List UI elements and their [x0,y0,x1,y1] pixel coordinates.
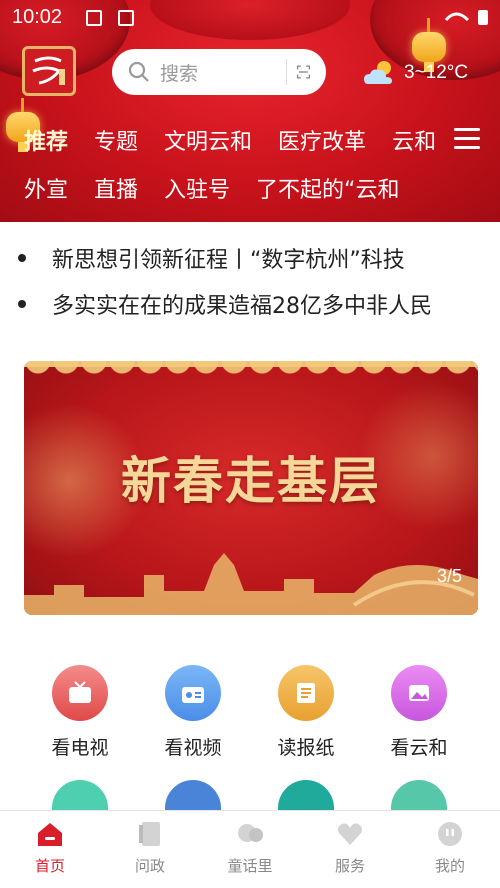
tab-label: 童话里 [227,857,273,875]
partly-cloudy-icon [364,61,392,84]
bullet-dot [18,254,26,262]
header: 10:02 搜索 3~12°C 推荐 专题 文明云和 医疗改革 云和 外宣 直播… [0,0,500,222]
search-bar[interactable]: 搜索 [112,49,326,95]
cloud-pattern [24,361,478,387]
tab-profile[interactable]: 我的 [400,819,500,876]
tab-fairytale[interactable]: 童话里 [200,819,300,876]
channel-tabs-row1: 推荐 专题 文明云和 医疗改革 云和 [24,120,454,160]
quick-link-label: 看视频 [164,737,222,759]
quick-link-yunhe[interactable]: 看云和 [364,660,474,760]
quick-links-row2 [0,780,500,810]
status-time: 10:02 [12,6,63,28]
tab-label: 服务 [334,857,365,875]
picture-icon [391,665,447,721]
tab-amazing-yunhe[interactable]: 了不起的“云和 [256,172,399,204]
home-icon [38,823,62,846]
newspaper-icon [278,665,334,721]
quick-link-newspaper[interactable]: 读报纸 [251,660,361,760]
status-bar: 10:02 [0,0,500,30]
quick-link-label: 看云和 [390,737,448,759]
tab-accounts[interactable]: 入驻号 [164,172,230,204]
signal-battery-icon [444,10,488,25]
heart-icon [338,823,362,845]
tab-live[interactable]: 直播 [94,172,138,204]
ticker-text: 多实实在在的成果造福28亿多中非人民 [52,294,432,319]
document-icon [139,822,160,846]
tab-medical-reform[interactable]: 医疗改革 [278,124,366,156]
tab-home[interactable]: 首页 [0,819,100,876]
film-icon[interactable] [52,780,108,810]
quick-links: 看电视 看视频 读报纸 看云和 [0,660,500,770]
tab-label: 首页 [34,857,65,875]
yunhe-logo-icon [32,56,65,85]
temperature: 3~12°C [404,62,469,83]
profile-icon [438,822,462,846]
news-ticker-item[interactable]: 多实实在在的成果造福28亿多中非人民 [0,284,500,324]
search-placeholder: 搜索 [160,62,199,85]
quick-link-video[interactable]: 看视频 [138,660,248,760]
tab-recommend[interactable]: 推荐 [24,124,68,156]
app-notification-icon [118,10,134,26]
menu-icon[interactable] [454,128,480,150]
scan-icon[interactable] [286,59,312,85]
tab-label: 问政 [134,857,165,875]
banner-headline: 新春走基层 [121,451,381,510]
bottom-tab-bar: 首页 问政 童话里 服务 我的 [0,810,500,888]
tab-civilized-yunhe[interactable]: 文明云和 [164,124,252,156]
camera-icon[interactable] [278,780,334,810]
radio-icon [165,665,221,721]
quick-link-tv[interactable]: 看电视 [25,660,135,760]
tab-publicity[interactable]: 外宣 [24,172,68,204]
bubble-icon [238,824,263,842]
quick-link-label: 读报纸 [277,737,335,759]
tab-services[interactable]: 服务 [300,819,400,876]
carousel-pager: 3/5 [436,566,462,586]
tab-inquiry[interactable]: 问政 [100,819,200,876]
image-notification-icon [86,10,102,26]
tab-label: 我的 [434,857,465,875]
emblem-icon[interactable] [165,780,221,810]
news-ticker-item[interactable]: 新思想引领新征程丨“数字杭州”科技 [0,238,500,278]
carousel-banner[interactable]: 新春走基层 3/5 [24,361,478,615]
ticker-text: 新思想引领新征程丨“数字杭州”科技 [52,248,405,273]
tab-yunhe[interactable]: 云和 [392,124,436,156]
weather-widget[interactable]: 3~12°C [362,58,468,88]
bus-icon[interactable] [391,780,447,810]
tab-topics[interactable]: 专题 [94,124,138,156]
city-skyline-illustration [24,553,478,615]
tv-icon [52,665,108,721]
bullet-dot [18,300,26,308]
app-logo[interactable] [22,46,76,96]
quick-link-label: 看电视 [51,737,109,759]
channel-tabs-row2: 外宣 直播 入驻号 了不起的“云和 [24,168,494,208]
search-icon [128,61,149,82]
